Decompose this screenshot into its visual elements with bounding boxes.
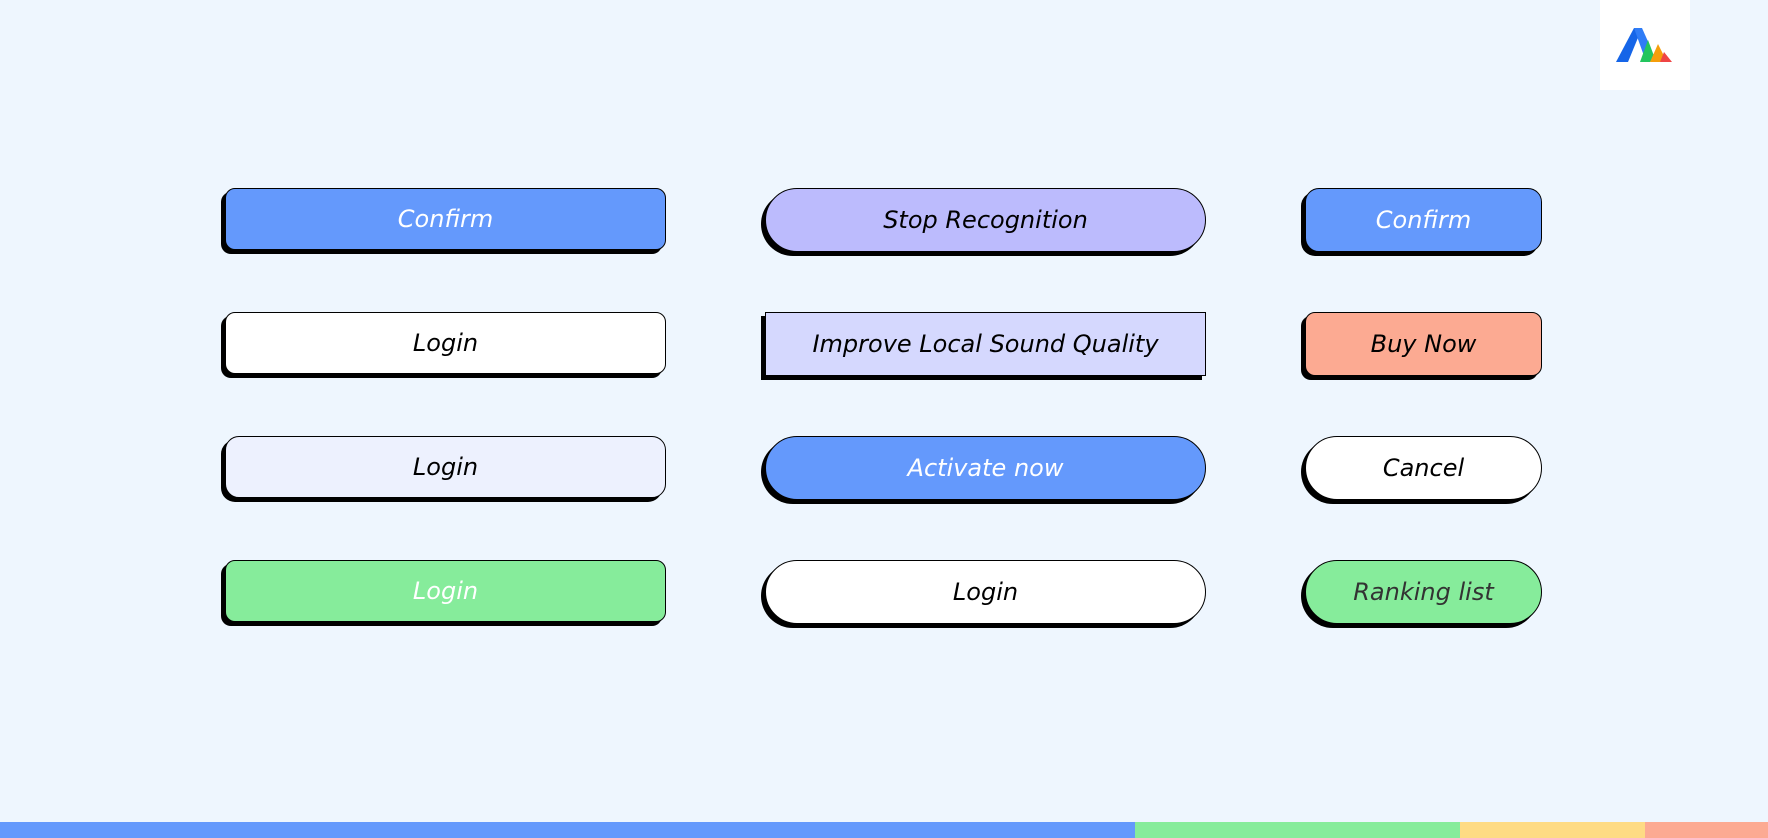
stop-recognition-button[interactable]: Stop Recognition — [765, 188, 1206, 252]
activate-now-button[interactable]: Activate now — [765, 436, 1206, 500]
logo — [1600, 0, 1690, 90]
improve-sound-quality-button[interactable]: Improve Local Sound Quality — [765, 312, 1206, 376]
bottom-color-bar — [0, 822, 1768, 838]
bottom-bar-segment-green — [1135, 822, 1460, 838]
button-label: Cancel — [1382, 454, 1465, 482]
button-label: Login — [412, 453, 479, 481]
login-button[interactable]: Login — [225, 436, 666, 498]
button-label: Login — [412, 577, 479, 605]
button-label: Confirm — [397, 205, 494, 233]
bottom-bar-segment-orange — [1645, 822, 1768, 838]
buy-now-button[interactable]: Buy Now — [1305, 312, 1542, 376]
logo-icon — [1616, 28, 1672, 62]
confirm-button[interactable]: Confirm — [1305, 188, 1542, 252]
cancel-button[interactable]: Cancel — [1305, 436, 1542, 500]
button-label: Activate now — [907, 454, 1064, 482]
login-button[interactable]: Login — [765, 560, 1206, 624]
login-button[interactable]: Login — [225, 312, 666, 374]
button-label: Improve Local Sound Quality — [812, 330, 1159, 358]
button-label: Buy Now — [1370, 330, 1477, 358]
login-button[interactable]: Login — [225, 560, 666, 622]
button-label: Login — [952, 578, 1019, 606]
button-label: Login — [412, 329, 479, 357]
ranking-list-button[interactable]: Ranking list — [1305, 560, 1542, 624]
confirm-button[interactable]: Confirm — [225, 188, 666, 250]
button-label: Ranking list — [1353, 578, 1494, 606]
bottom-bar-segment-blue — [0, 822, 1135, 838]
bottom-bar-segment-yellow — [1460, 822, 1645, 838]
button-label: Confirm — [1375, 206, 1472, 234]
button-label: Stop Recognition — [883, 206, 1088, 234]
